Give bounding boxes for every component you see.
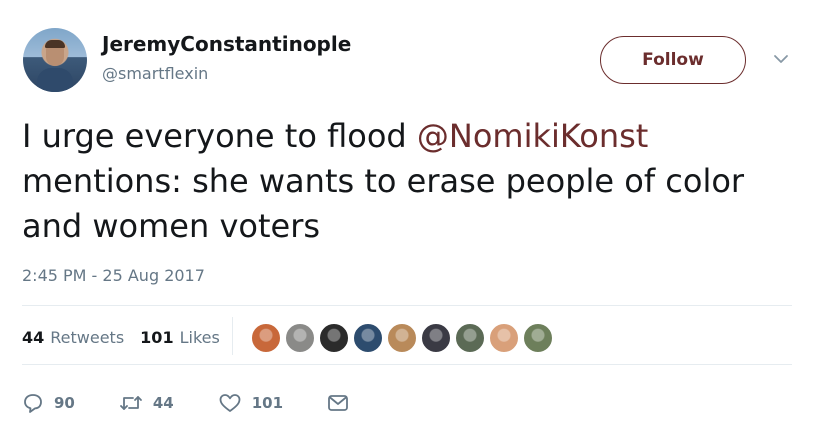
liker-avatar[interactable]	[488, 322, 520, 354]
user-handle[interactable]: @smartflexin	[102, 64, 208, 83]
follow-button[interactable]: Follow	[600, 36, 746, 84]
liker-avatar[interactable]	[284, 322, 316, 354]
likes-stat[interactable]: 101 Likes	[140, 328, 220, 347]
tweet-text-before: I urge everyone to flood	[22, 117, 417, 155]
likes-count: 101	[140, 328, 174, 347]
avatar-shirt	[37, 68, 73, 92]
retweet-count: 44	[152, 394, 174, 412]
display-name[interactable]: JeremyConstantinople	[102, 32, 351, 56]
likes-label: Likes	[179, 328, 220, 347]
avatar-hair	[45, 40, 65, 48]
chevron-down-icon[interactable]	[772, 52, 790, 66]
liker-avatar[interactable]	[250, 322, 282, 354]
like-action[interactable]: 101	[218, 392, 283, 414]
stats-separator	[232, 317, 233, 355]
retweet-action[interactable]: 44	[119, 392, 174, 414]
retweets-label: Retweets	[50, 328, 125, 347]
liker-avatar[interactable]	[522, 322, 554, 354]
message-action[interactable]	[327, 393, 359, 413]
liker-avatar[interactable]	[454, 322, 486, 354]
message-icon	[328, 395, 348, 411]
mention-link[interactable]: @NomikiKonst	[417, 117, 648, 155]
reply-icon	[24, 394, 42, 413]
liker-avatar[interactable]	[386, 322, 418, 354]
retweets-stat[interactable]: 44 Retweets	[22, 328, 124, 347]
tweet-text: I urge everyone to flood @NomikiKonst me…	[22, 114, 812, 249]
like-count: 101	[251, 394, 284, 412]
reply-count: 90	[54, 394, 75, 412]
retweets-count: 44	[22, 328, 45, 347]
liker-avatar[interactable]	[318, 322, 350, 354]
divider	[22, 364, 792, 365]
user-avatar[interactable]	[23, 28, 87, 92]
tweet-timestamp[interactable]: 2:45 PM - 25 Aug 2017	[22, 266, 205, 285]
tweet-actions: 90 44 101	[22, 392, 403, 414]
retweet-icon	[119, 396, 142, 410]
divider	[22, 305, 792, 306]
liker-avatars	[250, 322, 556, 354]
liker-avatar[interactable]	[352, 322, 384, 354]
heart-icon	[219, 394, 241, 412]
reply-action[interactable]: 90	[22, 392, 75, 414]
tweet-stats: 44 Retweets 101 Likes	[22, 328, 236, 347]
tweet-text-after: mentions: she wants to erase people of c…	[22, 162, 745, 245]
liker-avatar[interactable]	[420, 322, 452, 354]
